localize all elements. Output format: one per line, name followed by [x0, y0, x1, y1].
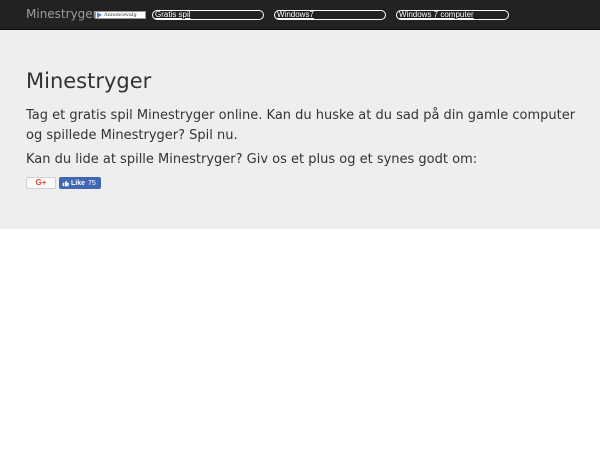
like-label: Like [71, 179, 86, 187]
ad-link-windows7-computer[interactable]: Windows 7 computer [396, 10, 509, 20]
intro-text: Tag et gratis spil Minestryger online. K… [26, 108, 576, 143]
brand-link[interactable]: Minestryger [26, 7, 98, 21]
page-title: Minestryger [26, 69, 152, 93]
like-count: 75 [88, 179, 96, 187]
ad-choices-badge[interactable]: Annoncevalg [95, 11, 146, 19]
adchoices-icon [97, 12, 102, 18]
hero-section: Minestryger Tag et gratis spil Minestryg… [0, 30, 600, 229]
ad-link-gratis-spil[interactable]: Gratis spil [152, 10, 264, 20]
thumbs-up-icon [62, 180, 69, 186]
top-navbar: Minestryger Annoncevalg Gratis spil Wind… [0, 0, 600, 30]
facebook-like-button[interactable]: Like 75 [59, 177, 101, 189]
google-plus-button[interactable]: G+ [26, 177, 56, 189]
ad-choices-label: Annoncevalg [104, 12, 137, 18]
question-text: Kan du lide at spille Minestryger? Giv o… [26, 152, 478, 167]
ad-link-windows7[interactable]: Windows7 [274, 10, 386, 20]
